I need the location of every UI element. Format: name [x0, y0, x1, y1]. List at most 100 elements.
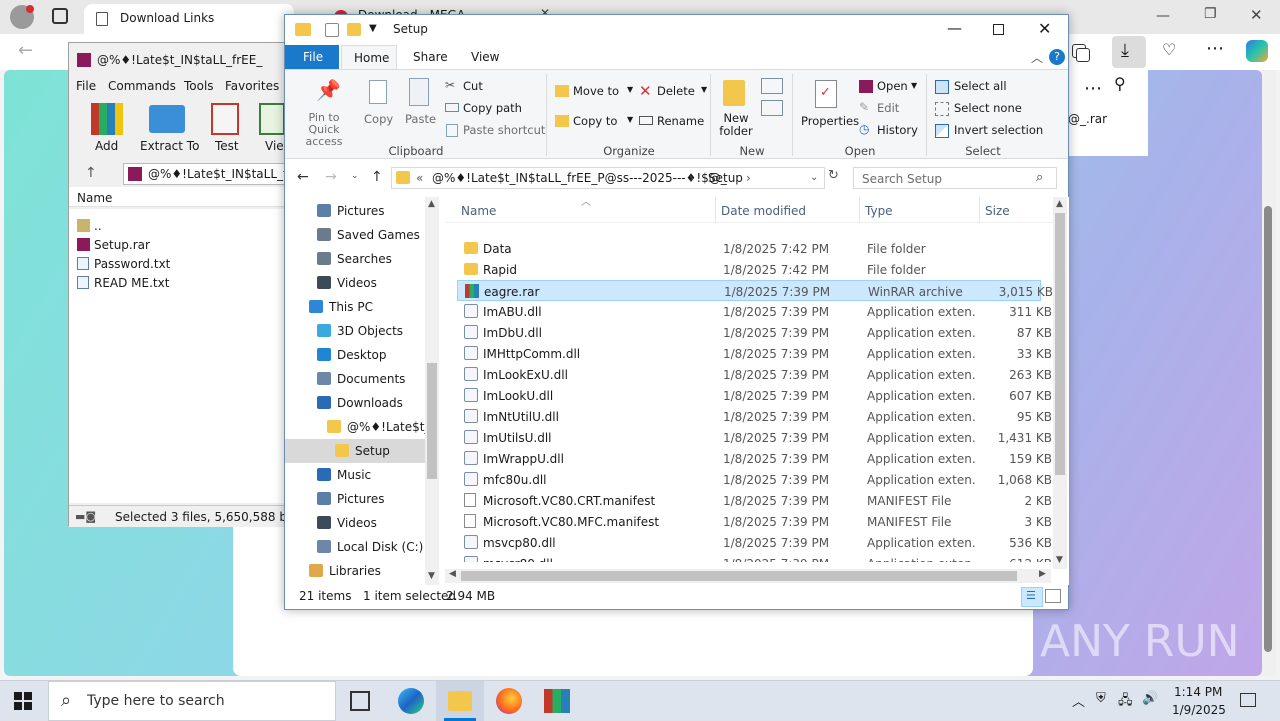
nav-item[interactable]: Local Disk (C:) [285, 535, 425, 559]
nav-item[interactable]: Libraries [285, 559, 425, 583]
nav-item[interactable]: Setup [285, 439, 425, 463]
restore-icon[interactable]: ❐ [1204, 6, 1217, 22]
page-scrollbar[interactable] [1262, 70, 1276, 676]
back-icon[interactable]: ← [18, 40, 33, 61]
copilot-icon[interactable] [1246, 40, 1268, 62]
select-none-button[interactable]: Select none [935, 100, 1039, 118]
breadcrumb-segment[interactable]: Setup [708, 171, 743, 185]
menu-favorites[interactable]: Favorites [225, 79, 279, 93]
file-row[interactable]: ImABU.dll 1/8/2025 7:39 PM Application ext… [457, 301, 1052, 322]
cut-button[interactable]: ✂ Cut [445, 78, 545, 96]
profile-avatar[interactable] [10, 5, 34, 29]
file-row[interactable]: ImNtUtilU.dll 1/8/2025 7:39 PM Application… [457, 406, 1052, 427]
delete-button[interactable]: ✕ Delete ▼ [639, 82, 707, 102]
downloads-button[interactable]: ⤓ [1112, 36, 1146, 68]
column-date[interactable]: Date modified [721, 204, 806, 218]
scrollbar-thumb[interactable] [461, 571, 1017, 581]
volume-icon[interactable]: 🔊 [1142, 691, 1158, 706]
copy-button[interactable]: Copy [361, 76, 395, 136]
winrar-list-header[interactable]: Name [69, 187, 289, 207]
nav-item[interactable]: Music [285, 463, 425, 487]
minimize-icon[interactable]: — [947, 19, 962, 37]
edge-icon[interactable] [398, 688, 424, 714]
collapse-ribbon-icon[interactable]: ︿ [1031, 49, 1043, 66]
tab-view[interactable]: View [471, 50, 499, 64]
add-icon[interactable] [91, 103, 123, 135]
test-icon[interactable] [211, 103, 239, 135]
column-type[interactable]: Type [865, 204, 893, 218]
breadcrumb-segment[interactable]: @%♦!Late$t_IN$taLL_frEE_P@ss---2025---♦!… [432, 171, 727, 185]
nav-item[interactable]: Downloads [285, 391, 425, 415]
file-row[interactable]: msvcr80.dll 1/8/2025 7:39 PM Application e… [457, 553, 1052, 562]
nav-item[interactable]: Documents [285, 367, 425, 391]
extract-to-button[interactable]: Extract To [140, 139, 199, 153]
nav-item[interactable]: @%♦!Late$t_ [285, 415, 425, 439]
file-row[interactable]: msvcp80.dll 1/8/2025 7:39 PM Application e… [457, 532, 1052, 553]
forward-icon[interactable]: → [325, 169, 337, 185]
file-row[interactable]: ImUtilsU.dll 1/8/2025 7:39 PM Application … [457, 427, 1052, 448]
file-list-hscrollbar[interactable]: ◀ ▶ [445, 569, 1051, 583]
nav-item[interactable]: This PC [285, 295, 425, 319]
back-icon[interactable]: ← [297, 169, 309, 185]
minimize-icon[interactable]: — [1156, 8, 1170, 24]
column-size[interactable]: Size [985, 204, 1010, 218]
file-row[interactable]: eagre.rar 1/8/2025 7:39 PM WinRAR archive 3… [457, 280, 1053, 301]
paste-button[interactable]: Paste [401, 76, 437, 136]
list-item[interactable]: READ ME.txt [77, 274, 287, 292]
nav-item[interactable]: Pictures [285, 199, 425, 223]
browser-tab-download-links[interactable]: Download Links [84, 4, 294, 34]
history-button[interactable]: ◷ History [859, 122, 925, 140]
file-row[interactable]: Microsoft.VC80.CRT.manifest 1/8/2025 7:39… [457, 490, 1052, 511]
edit-button[interactable]: ✎ Edit [859, 100, 925, 118]
tab-share[interactable]: Share [413, 50, 448, 64]
nav-item[interactable]: Pictures [285, 487, 425, 511]
copy-path-button[interactable]: Copy path [445, 100, 545, 118]
easy-access-icon[interactable] [761, 100, 783, 116]
file-row[interactable]: ImLookExU.dll 1/8/2025 7:39 PM Application… [457, 364, 1052, 385]
column-name[interactable]: Name [77, 191, 112, 205]
invert-selection-button[interactable]: Invert selection [935, 122, 1043, 140]
help-icon[interactable]: ? [1049, 49, 1065, 65]
add-button[interactable]: Add [95, 139, 118, 153]
new-folder-quick-icon[interactable] [347, 23, 361, 36]
address-dropdown-icon[interactable]: ⌄ [810, 172, 818, 183]
file-row[interactable]: Microsoft.VC80.MFC.manifest 1/8/2025 7:39… [457, 511, 1052, 532]
search-box[interactable]: Search Setup ⌕ [853, 167, 1057, 189]
show-hidden-icons[interactable]: ︿ [1072, 691, 1085, 710]
taskbar-search-box[interactable]: ⌕ Type here to search [48, 681, 336, 721]
address-bar[interactable]: « @%♦!Late$t_IN$taLL_frEE_P@ss---2025---… [391, 167, 825, 189]
file-row[interactable]: Data 1/8/2025 7:42 PM File folder [457, 242, 1041, 259]
select-all-button[interactable]: Select all [935, 78, 1039, 96]
menu-tools[interactable]: Tools [184, 79, 214, 93]
close-icon[interactable]: ✕ [1038, 19, 1051, 38]
list-item[interactable]: .. [77, 217, 287, 235]
rename-button[interactable]: Rename [639, 112, 707, 132]
firefox-icon[interactable] [496, 688, 522, 714]
pin-icon[interactable]: ⚲ [1114, 74, 1126, 93]
customize-qat-icon[interactable]: ▼ [369, 23, 377, 34]
maximize-icon[interactable] [993, 24, 1004, 35]
new-folder-button[interactable]: New folder [719, 76, 753, 140]
copy-to-button[interactable]: Copy to ▼ [555, 112, 633, 132]
new-item-icon[interactable] [761, 78, 783, 94]
refresh-icon[interactable]: ↻ [828, 168, 839, 183]
tab-actions-icon[interactable] [52, 8, 68, 24]
winrar-taskbar-icon[interactable] [544, 689, 570, 713]
taskbar-explorer-button[interactable] [436, 681, 484, 721]
nav-item[interactable]: Searches [285, 247, 425, 271]
file-row[interactable]: mfc80u.dll 1/8/2025 7:39 PM Application ex… [457, 469, 1052, 490]
winrar-path-box[interactable]: @%♦!Late$t_IN$taLL_frEE_ [123, 163, 313, 185]
notifications-icon[interactable] [1240, 693, 1256, 707]
more-options-icon[interactable]: ⋯ [1084, 78, 1102, 99]
scrollbar-thumb[interactable] [427, 363, 437, 479]
nav-item[interactable]: Saved Games [285, 223, 425, 247]
large-icons-view-icon[interactable] [1045, 589, 1061, 603]
tab-file[interactable]: File [285, 45, 339, 69]
properties-button[interactable]: ✓ Properties [799, 76, 859, 140]
paste-shortcut-button[interactable]: Paste shortcut [445, 122, 545, 140]
list-item[interactable]: Setup.rar [77, 236, 287, 254]
pin-quick-access-button[interactable]: 📌 Pin to Quick access [289, 76, 359, 148]
up-folder-icon[interactable]: ↑ [85, 165, 97, 181]
recent-locations-icon[interactable]: ⌄ [351, 171, 359, 181]
properties-quick-icon[interactable] [325, 23, 339, 37]
